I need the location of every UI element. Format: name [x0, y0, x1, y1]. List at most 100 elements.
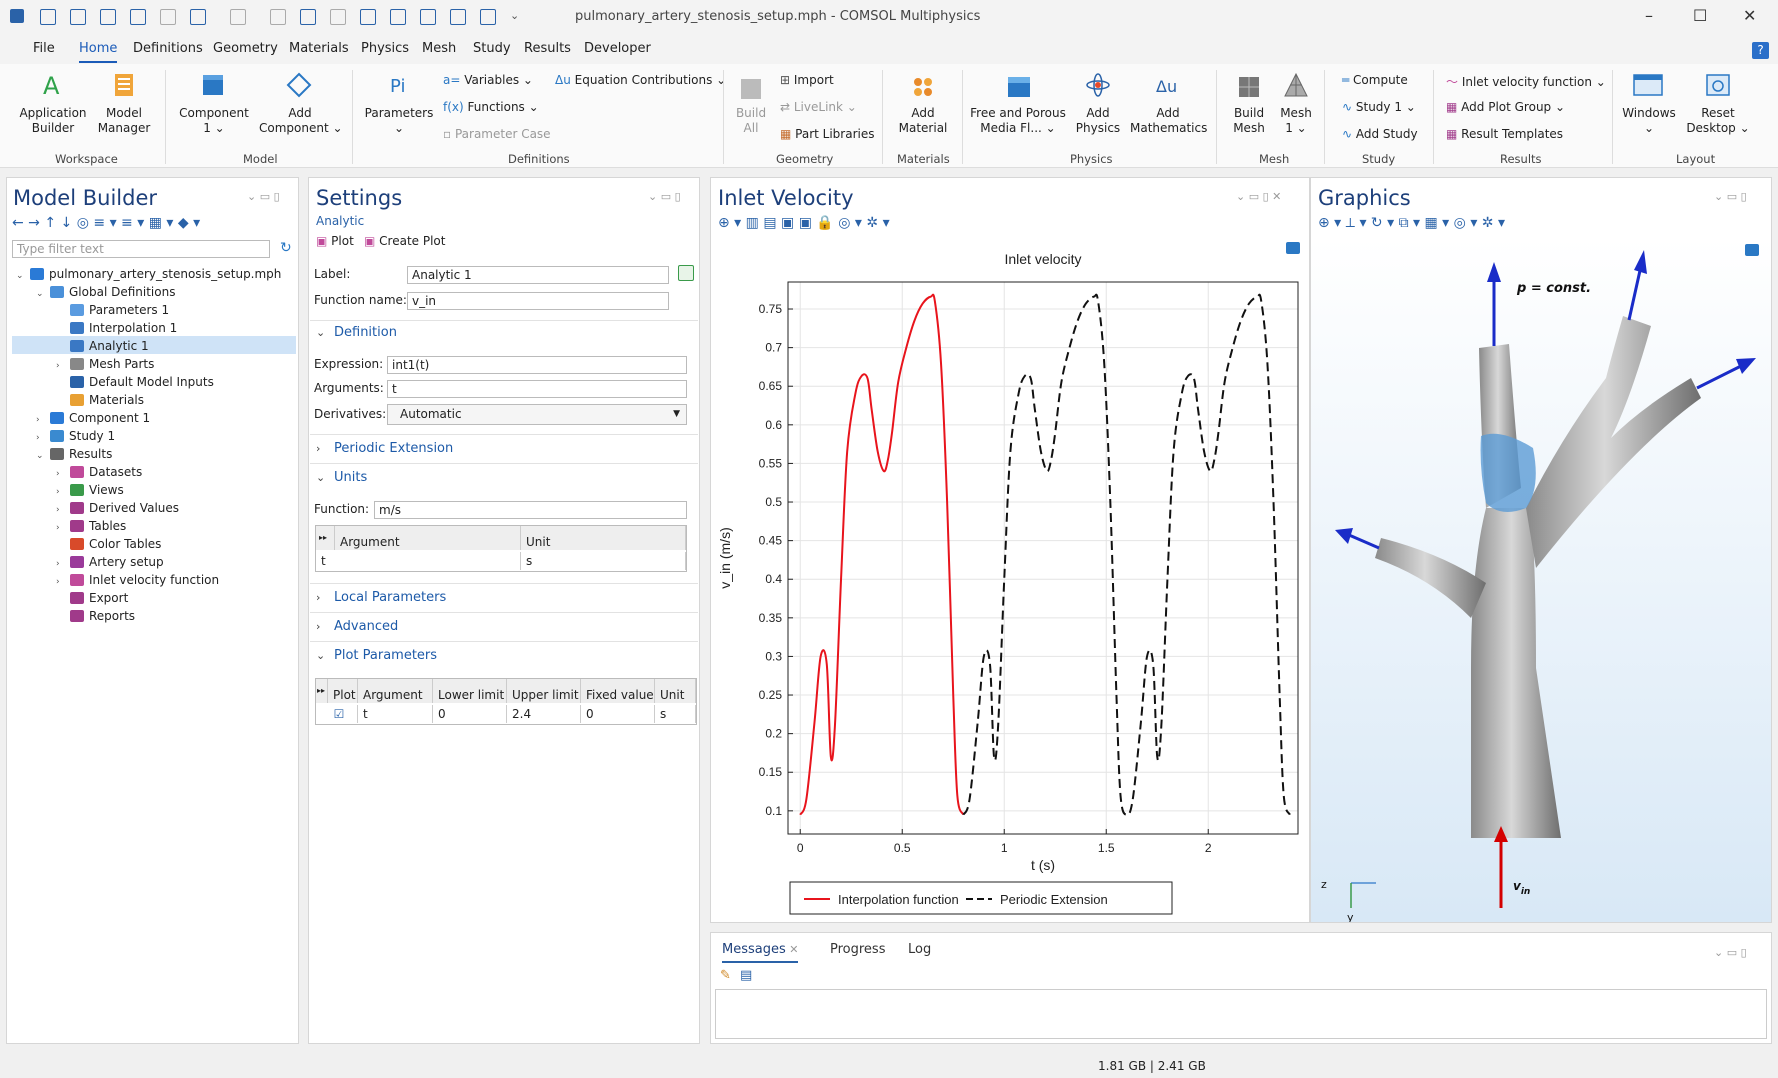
clear-messages-icon[interactable]: ✎: [720, 968, 731, 983]
study-1-button[interactable]: ∿ Study 1 ⌄: [1342, 100, 1416, 114]
menu-geometry[interactable]: Geometry: [213, 41, 278, 56]
graphics-export-icon[interactable]: [1745, 244, 1759, 256]
menu-physics[interactable]: Physics: [361, 41, 409, 56]
undo-icon[interactable]: [190, 9, 206, 25]
close-button[interactable]: ✕: [1743, 6, 1756, 25]
tree-item[interactable]: ⌄ Results: [36, 445, 112, 463]
arguments-field[interactable]: t: [387, 380, 687, 398]
tree-item[interactable]: Parameters 1: [56, 301, 169, 319]
label-edit-icon[interactable]: [678, 265, 694, 281]
periodic-extension-section[interactable]: › Periodic Extension: [316, 441, 453, 456]
tree-item[interactable]: Materials: [56, 391, 144, 409]
units-cell-argument[interactable]: t: [316, 552, 521, 570]
expression-field[interactable]: int1(t): [387, 356, 687, 374]
panel-menu-icon[interactable]: ⌄ ▭ ▯ ✕: [1236, 190, 1281, 203]
menu-file[interactable]: File: [33, 41, 55, 56]
menu-results[interactable]: Results: [524, 41, 571, 56]
model-manager-button[interactable]: Model Manager: [89, 106, 159, 136]
close-tab-icon[interactable]: ✕: [786, 943, 798, 956]
help-icon[interactable]: ?: [1752, 42, 1769, 59]
tree-item[interactable]: › Derived Values: [56, 499, 179, 517]
mesh-1-button[interactable]: Mesh 1 ⌄: [1276, 106, 1316, 136]
maximize-button[interactable]: ☐: [1693, 6, 1707, 25]
tree-item[interactable]: › Mesh Parts: [56, 355, 154, 373]
plot-cell-argument[interactable]: t: [358, 705, 433, 723]
local-parameters-section[interactable]: › Local Parameters: [316, 590, 446, 605]
save-icon[interactable]: [100, 9, 116, 25]
expand-chevron-icon[interactable]: ⌄: [36, 285, 50, 303]
find-icon[interactable]: [450, 9, 466, 25]
table-expand-icon[interactable]: ▸▸: [316, 526, 335, 550]
equation-contributions-button[interactable]: Δu Equation Contributions ⌄: [555, 73, 726, 87]
variables-button[interactable]: a= Variables ⌄: [443, 73, 533, 87]
create-plot-button[interactable]: ▣ Create Plot: [364, 234, 445, 248]
open-folder-icon[interactable]: [70, 9, 86, 25]
units-cell-unit[interactable]: s: [521, 552, 686, 570]
table-expand-icon[interactable]: ▸▸: [316, 679, 328, 703]
add-physics-button[interactable]: Add Physics: [1072, 106, 1124, 136]
panel-menu-icon[interactable]: ⌄ ▭ ▯: [648, 190, 681, 203]
result-templates-button[interactable]: ▦ Result Templates: [1446, 127, 1563, 141]
menu-study[interactable]: Study: [473, 41, 511, 56]
import-button[interactable]: ⊞ Import: [780, 73, 834, 87]
build-all-button[interactable]: Build All: [728, 106, 774, 136]
duplicate-icon[interactable]: [360, 9, 376, 25]
select-icon[interactable]: [420, 9, 436, 25]
menu-home[interactable]: Home: [79, 41, 118, 63]
customize-icon[interactable]: ⌄: [510, 9, 526, 25]
advanced-section[interactable]: › Advanced: [316, 619, 398, 634]
menu-definitions[interactable]: Definitions: [133, 41, 203, 56]
save-as-icon[interactable]: [130, 9, 146, 25]
derivatives-select[interactable]: Automatic ▼: [387, 404, 687, 425]
tree-item[interactable]: Color Tables: [56, 535, 161, 553]
tree-item[interactable]: › Inlet velocity function: [56, 571, 219, 589]
paste-icon[interactable]: [330, 9, 346, 25]
free-porous-media-button[interactable]: Free and Porous Media Fl... ⌄: [968, 106, 1068, 136]
add-material-button[interactable]: Add Material: [890, 106, 956, 136]
tab-log[interactable]: Log: [908, 942, 931, 957]
tree-item[interactable]: › Artery setup: [56, 553, 164, 571]
inlet-velocity-function-button[interactable]: 〜 Inlet velocity function ⌄: [1446, 73, 1606, 90]
tree-item[interactable]: › Study 1: [36, 427, 115, 445]
plot-parameters-section[interactable]: ⌄ Plot Parameters: [316, 648, 437, 663]
minimize-button[interactable]: –: [1645, 6, 1653, 25]
tab-messages[interactable]: Messages ✕: [722, 942, 799, 963]
cut-icon[interactable]: [270, 9, 286, 25]
copy-icon[interactable]: [300, 9, 316, 25]
parameters-button[interactable]: Parameters ⌄: [364, 106, 434, 136]
tree-item[interactable]: Reports: [56, 607, 135, 625]
inlet-velocity-chart[interactable]: 0.1 0.15 0.2 0.25 0.3 0.35 0.4 0.45 0.5 0.55 0.6 0.…: [712, 238, 1308, 922]
graphics-toolbar[interactable]: ⊕ ▾ ⟂ ▾ ↻ ▾ ⧉ ▾ ▦ ▾ ◎ ▾ ✲ ▾: [1318, 215, 1505, 231]
units-section[interactable]: ⌄ Units: [316, 470, 367, 485]
tree-item[interactable]: Interpolation 1: [56, 319, 177, 337]
plot-checkbox[interactable]: ☑: [316, 705, 358, 723]
livelink-button[interactable]: ⇄ LiveLink ⌄: [780, 100, 857, 114]
tree-item[interactable]: Analytic 1: [56, 337, 149, 355]
tree-item[interactable]: ⌄ Global Definitions: [36, 283, 175, 301]
windows-button[interactable]: Windows ⌄: [1620, 106, 1678, 136]
reset-desktop-button[interactable]: Reset Desktop ⌄: [1682, 106, 1754, 136]
functions-button[interactable]: f(x) Functions ⌄: [443, 100, 539, 114]
chart-export-icon[interactable]: [1286, 242, 1300, 254]
tree-item[interactable]: Default Model Inputs: [56, 373, 214, 391]
plot-cell-unit[interactable]: s: [655, 705, 696, 723]
add-study-button[interactable]: ∿ Add Study: [1342, 127, 1418, 141]
expand-chevron-icon[interactable]: ⌄: [36, 447, 50, 465]
label-field[interactable]: Analytic 1: [407, 266, 669, 284]
plot-cell-fixed-value[interactable]: 0: [581, 705, 655, 723]
tree-filter-input[interactable]: Type filter text: [12, 240, 270, 258]
delete-icon[interactable]: [390, 9, 406, 25]
menu-mesh[interactable]: Mesh: [422, 41, 456, 56]
add-mathematics-button[interactable]: Add Mathematics: [1130, 106, 1207, 136]
run-icon[interactable]: [160, 9, 176, 25]
panel-menu-icon[interactable]: ⌄ ▭ ▯: [1714, 190, 1747, 203]
refresh-icon[interactable]: ↻: [280, 240, 292, 256]
tree-item[interactable]: › Tables: [56, 517, 126, 535]
model-builder-toolbar[interactable]: ← → ↑ ↓ ◎ ≡ ▾ ≡ ▾ ▦ ▾ ◆ ▾: [12, 215, 200, 231]
component-button[interactable]: Component 1 ⌄: [175, 106, 253, 136]
tree-item[interactable]: ⌄ pulmonary_artery_stenosis_setup.mph: [16, 265, 281, 283]
add-component-button[interactable]: Add Component ⌄: [259, 106, 343, 136]
menu-developer[interactable]: Developer: [584, 41, 651, 56]
tree-item[interactable]: › Views: [56, 481, 124, 499]
plot-button[interactable]: ▣ Plot: [316, 234, 354, 248]
